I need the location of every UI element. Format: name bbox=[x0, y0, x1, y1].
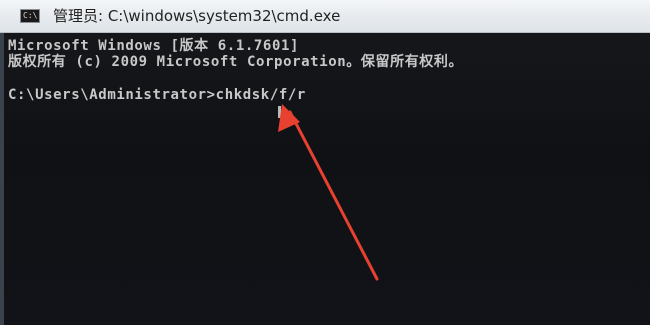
console-icon[interactable]: C:\ bbox=[20, 9, 40, 23]
text-cursor bbox=[278, 106, 281, 118]
window-left-edge bbox=[0, 33, 4, 325]
title-bar[interactable]: C:\ 管理员: C:\windows\system32\cmd.exe bbox=[0, 0, 650, 33]
console-output[interactable] bbox=[0, 33, 650, 325]
console-icon-glyph: C:\ bbox=[23, 11, 38, 20]
cmd-window: C:\ 管理员: C:\windows\system32\cmd.exe Mic… bbox=[0, 0, 650, 325]
console-line-version: Microsoft Windows [版本 6.1.7601] bbox=[8, 38, 300, 54]
window-title: 管理员: C:\windows\system32\cmd.exe bbox=[53, 7, 341, 25]
console-prompt-line[interactable]: C:\Users\Administrator>chkdsk/f/r bbox=[8, 87, 306, 103]
console-line-copyright: 版权所有 (c) 2009 Microsoft Corporation。保留所有… bbox=[8, 54, 464, 70]
